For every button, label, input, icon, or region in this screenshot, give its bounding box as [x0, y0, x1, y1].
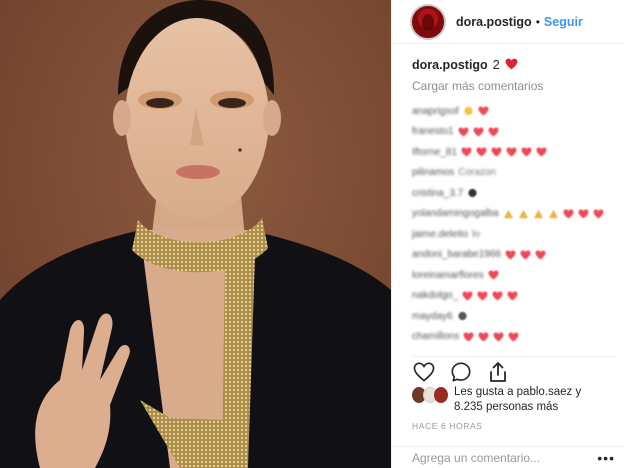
avatar	[434, 387, 448, 403]
comment-username[interactable]: mayday6	[412, 311, 453, 322]
header-separator: •	[535, 14, 540, 29]
comment-username[interactable]: pilinamos	[412, 167, 454, 178]
follow-button[interactable]: Seguir	[544, 15, 583, 29]
comment-username[interactable]: Iftorne_81	[412, 147, 457, 158]
caption-text: 2	[492, 58, 500, 72]
heart-icon	[473, 127, 484, 137]
action-bar	[412, 356, 617, 382]
more-dots-icon[interactable]: •••	[597, 450, 615, 466]
likes-line-2: 8.235 personas más	[454, 401, 559, 413]
comment-text: Corazon	[458, 167, 497, 179]
comment-row: chamillons	[412, 327, 617, 348]
heart-icon	[535, 250, 546, 260]
heart-icon	[478, 332, 489, 342]
clap-icon	[503, 209, 513, 218]
comment-username[interactable]: loreinamarflores	[412, 270, 484, 281]
comment-row: mayday6	[412, 306, 617, 327]
comment-username[interactable]: nakdolgo_	[412, 290, 458, 301]
post-header: dora.postigo • Seguir	[392, 0, 624, 44]
heart-icon	[493, 332, 504, 342]
heart-icon	[536, 147, 547, 157]
comment-row: nakdolgo_	[412, 286, 617, 307]
comment-username[interactable]: chamillons	[412, 331, 459, 342]
clap-icon	[533, 209, 543, 218]
add-comment-bar: •••	[392, 446, 624, 468]
likes-summary: Les gusta a pablo.saez y 8.235 personas …	[412, 385, 622, 415]
likes-line-1: Les gusta a pablo.saez y	[454, 386, 582, 398]
comment-row: loreinamarflores	[412, 265, 617, 286]
comment-row: Iftorne_81	[412, 142, 617, 163]
heart-icon	[505, 58, 518, 73]
comments-section: dora.postigo 2 Cargar más comentarios an…	[412, 56, 617, 347]
comment-row: cristina_3.7	[412, 183, 617, 204]
comment-row: yolandamingogalba	[412, 204, 617, 225]
comment-row: anaprigsof	[412, 101, 617, 122]
heart-icon	[505, 250, 516, 260]
heart-outline-icon[interactable]	[412, 360, 436, 384]
comment-username[interactable]: cristina_3.7	[412, 188, 463, 199]
heart-icon	[563, 209, 574, 219]
flower-icon	[457, 312, 467, 321]
heart-icon	[463, 332, 474, 342]
portrait-illustration	[0, 0, 391, 468]
comment-text: lo	[472, 228, 480, 240]
eyes-icon	[468, 189, 477, 198]
comment-username[interactable]: andoni_barabe1966	[412, 249, 501, 260]
comment-bubble-icon[interactable]	[449, 360, 473, 384]
comment-row: andoni_barabe1966	[412, 245, 617, 266]
heart-icon	[578, 209, 589, 219]
comment-username[interactable]: jaime.deleito	[412, 229, 468, 240]
comment-row: franesto1	[412, 122, 617, 143]
liker-avatars[interactable]	[412, 385, 448, 405]
heart-icon	[488, 270, 499, 280]
clap-icon	[518, 209, 528, 218]
heart-icon	[508, 332, 519, 342]
heart-icon	[458, 127, 469, 137]
share-icon[interactable]	[486, 360, 510, 384]
emoji-face-icon	[464, 107, 473, 116]
comment-list: anaprigsof franesto1 Iftorne_81 pilinamos Co…	[412, 101, 617, 347]
heart-icon	[506, 147, 517, 157]
heart-icon	[461, 147, 472, 157]
avatar[interactable]	[410, 3, 446, 40]
heart-icon	[462, 291, 473, 301]
heart-icon	[593, 209, 604, 219]
heart-icon	[491, 147, 502, 157]
post-photo[interactable]	[0, 0, 391, 468]
caption: dora.postigo 2	[412, 56, 617, 74]
heart-icon	[476, 147, 487, 157]
header-username[interactable]: dora.postigo	[456, 15, 532, 29]
load-more-comments-link[interactable]: Cargar más comentarios	[412, 79, 617, 95]
comment-row: jaime.deleito lo	[412, 224, 617, 245]
heart-icon	[477, 291, 488, 301]
post-side-panel: dora.postigo • Seguir dora.postigo 2 Car…	[391, 0, 624, 468]
heart-icon	[488, 127, 499, 137]
comment-username[interactable]: yolandamingogalba	[412, 208, 499, 219]
comment-row: pilinamos Corazon	[412, 163, 617, 184]
heart-icon	[520, 250, 531, 260]
heart-icon	[507, 291, 518, 301]
heart-icon	[521, 147, 532, 157]
post-timestamp[interactable]: HACE 6 HORAS	[412, 421, 483, 431]
clap-icon	[548, 209, 558, 218]
comment-username[interactable]: franesto1	[412, 126, 454, 137]
caption-username[interactable]: dora.postigo	[412, 58, 488, 72]
comment-input[interactable]	[412, 450, 592, 465]
heart-icon	[492, 291, 503, 301]
comment-username[interactable]: anaprigsof	[412, 106, 459, 117]
heart-icon	[478, 106, 489, 116]
likes-text[interactable]: Les gusta a pablo.saez y 8.235 personas …	[454, 385, 581, 415]
